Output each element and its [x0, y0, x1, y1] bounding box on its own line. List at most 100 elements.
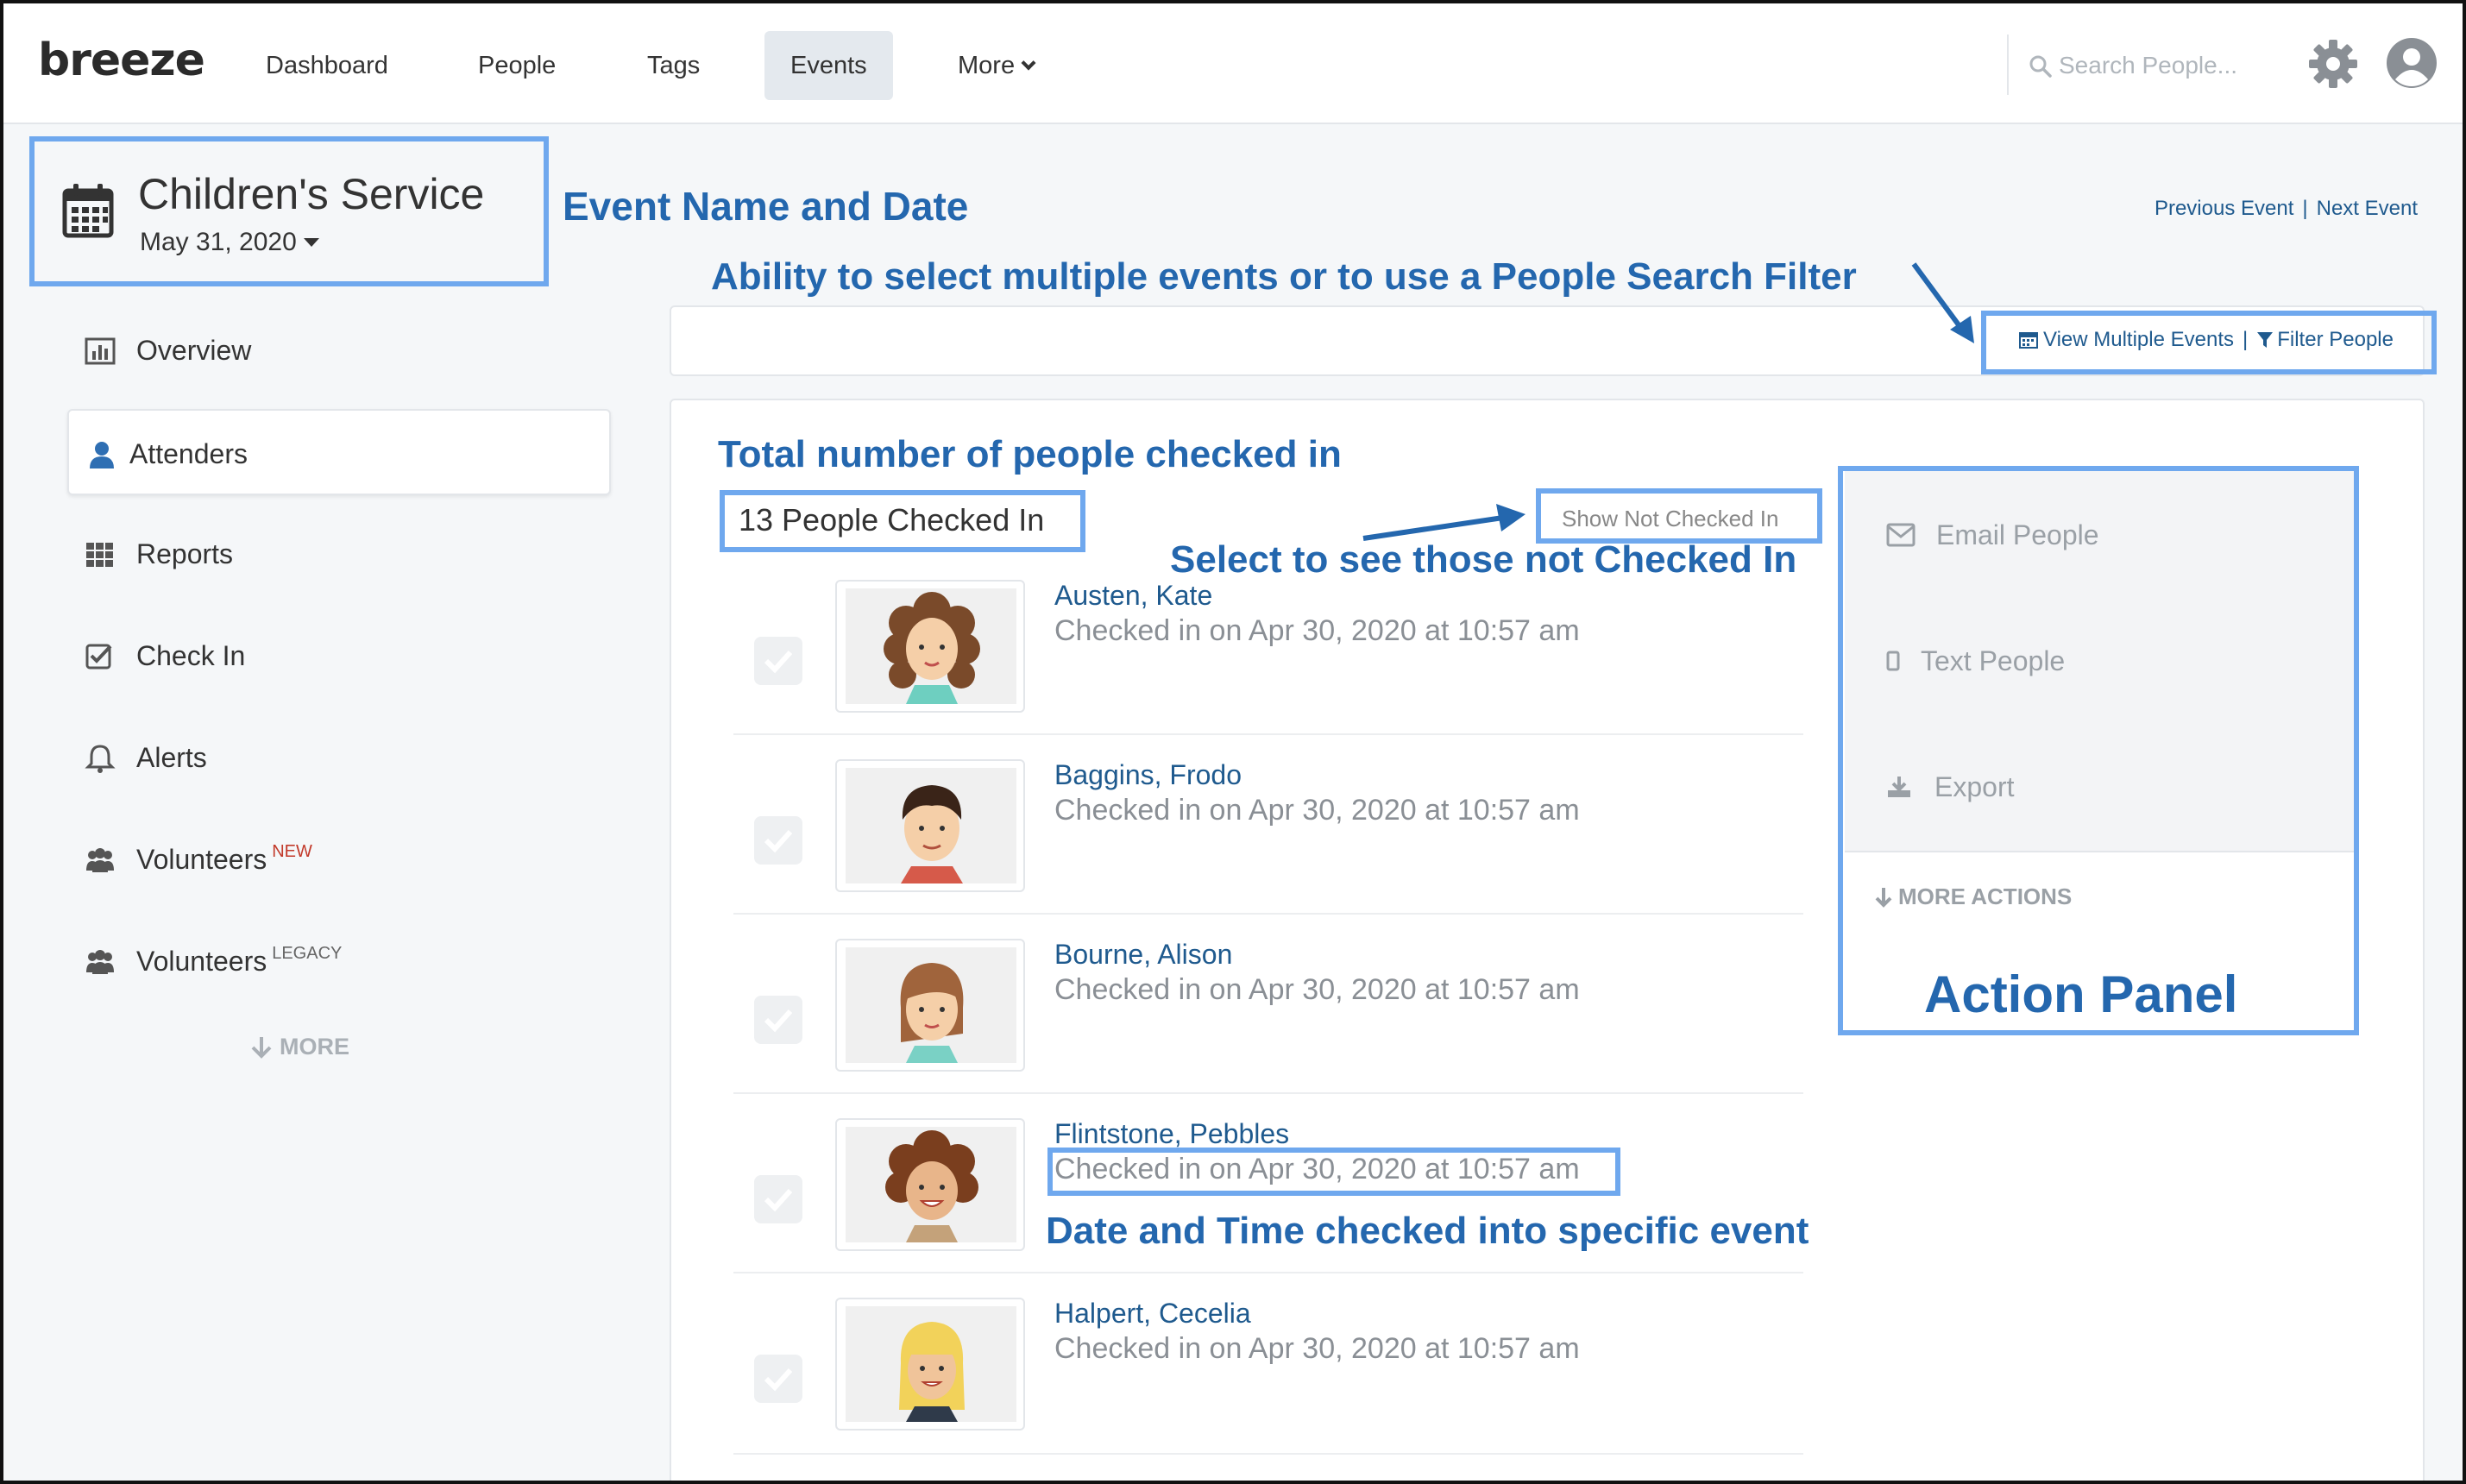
next-event-link[interactable]: Next Event [2317, 197, 2418, 220]
event-date-label: May 31, 2020 [140, 228, 297, 256]
person-name-link[interactable]: Austen, Kate [1054, 580, 1212, 612]
sidebar-item-overview[interactable]: Overview [67, 307, 611, 393]
checked-in-time: Checked in on Apr 30, 2020 at 10:57 am [1054, 1332, 1580, 1365]
avatar[interactable] [835, 1298, 1025, 1431]
show-not-checked-in-button[interactable]: Show Not Checked In [1562, 506, 1778, 532]
checked-in-time: Checked in on Apr 30, 2020 at 10:57 am [1054, 973, 1580, 1006]
row-divider [733, 1453, 1803, 1455]
sidebar-item-label: Attenders [129, 438, 248, 469]
breeze-logo[interactable]: breeze [38, 35, 205, 86]
volunteers-label: Volunteers [136, 946, 267, 977]
new-badge: NEW [272, 842, 312, 861]
avatar-frodo-image [901, 785, 963, 883]
person-name-link[interactable]: Halpert, Cecelia [1054, 1298, 1251, 1330]
nav-events[interactable]: Events [764, 31, 893, 100]
email-people-action[interactable]: Email People [1886, 519, 2099, 551]
filter-icon [2257, 332, 2274, 348]
filter-people-link[interactable]: Filter People [2277, 328, 2394, 351]
text-people-label: Text People [1921, 645, 2066, 676]
person-name-link[interactable]: Baggins, Frodo [1054, 759, 1242, 791]
sidebar-more-button[interactable]: MORE [250, 1034, 349, 1060]
annotation-arrow [1911, 262, 1974, 343]
event-date-dropdown[interactable]: May 31, 2020 [140, 228, 319, 257]
nav-more[interactable]: More [932, 31, 1060, 100]
event-title: Children's Service [138, 170, 485, 218]
phone-icon [1886, 651, 1900, 671]
checked-in-count: 13 People Checked In [739, 502, 1045, 538]
arrow-down-icon [1875, 888, 1892, 908]
avatar[interactable] [835, 759, 1025, 892]
text-people-action[interactable]: Text People [1886, 645, 2065, 677]
previous-event-link[interactable]: Previous Event [2155, 197, 2293, 220]
chevron-down-icon [1021, 55, 1036, 71]
filter-links: View Multiple Events | Filter People [2019, 328, 2394, 352]
search-icon [2029, 55, 2052, 78]
checkmark-icon [764, 829, 793, 853]
checked-in-time: Checked in on Apr 30, 2020 at 10:57 am [1054, 614, 1580, 647]
top-nav: breeze Dashboard People Tags Events More [0, 0, 2466, 124]
person-icon [90, 442, 114, 468]
nav-people[interactable]: People [452, 31, 582, 100]
sidebar-item-alerts[interactable]: Alerts [67, 714, 611, 801]
annotation-multiple-events: Ability to select multiple events or to … [711, 255, 1857, 298]
calendar-icon [62, 184, 114, 238]
export-action[interactable]: Export [1886, 771, 2014, 803]
annotation-date-time: Date and Time checked into specific even… [1046, 1210, 1809, 1252]
nav-more-label: More [958, 52, 1016, 79]
person-name-link[interactable]: Flintstone, Pebbles [1054, 1118, 1289, 1150]
annotation-event-name-date: Event Name and Date [563, 184, 969, 229]
row-divider [733, 1092, 1803, 1094]
sidebar-item-reports[interactable]: Reports [67, 511, 611, 597]
download-icon [1888, 777, 1910, 797]
check-in-checkbox[interactable] [754, 1355, 802, 1403]
avatar-cecelia-image [899, 1322, 965, 1422]
nav-tags[interactable]: Tags [621, 31, 726, 100]
more-actions-button[interactable]: MORE ACTIONS [1874, 883, 2072, 910]
view-multiple-events-link[interactable]: View Multiple Events [2043, 328, 2234, 351]
sidebar-item-label: Overview [136, 335, 252, 366]
search-box[interactable] [2007, 35, 2274, 95]
calendar-small-icon [2019, 332, 2038, 349]
group-icon [86, 950, 114, 974]
sidebar-item-label: Volunteers LEGACY [136, 944, 342, 978]
separator: | [2243, 328, 2249, 351]
email-people-label: Email People [1936, 519, 2099, 550]
annotation-arrow [1362, 504, 1526, 541]
row-divider [733, 733, 1803, 735]
checkmark-icon [764, 1368, 793, 1392]
bar-chart-icon [85, 337, 116, 365]
person-name-link[interactable]: Bourne, Alison [1054, 939, 1232, 971]
check-in-checkbox[interactable] [754, 1175, 802, 1223]
sidebar-item-attenders[interactable]: Attenders [67, 409, 611, 495]
checked-in-time: Checked in on Apr 30, 2020 at 10:57 am [1054, 794, 1580, 827]
search-input[interactable] [2059, 47, 2266, 85]
checkmark-icon [764, 1188, 793, 1212]
row-divider [733, 1272, 1803, 1273]
check-in-checkbox[interactable] [754, 996, 802, 1044]
user-avatar-icon[interactable] [2385, 36, 2438, 90]
sidebar-item-label: Check In [136, 640, 246, 671]
volunteers-label: Volunteers [136, 844, 267, 875]
sidebar-item-label: Volunteers NEW [136, 842, 312, 876]
arrow-down-icon [251, 1037, 272, 1059]
check-in-checkbox[interactable] [754, 637, 802, 685]
sidebar-item-volunteers-legacy[interactable]: Volunteers LEGACY [67, 918, 611, 1004]
avatar[interactable] [835, 580, 1025, 713]
export-label: Export [1934, 771, 2015, 802]
avatar[interactable] [835, 1118, 1025, 1251]
separator: | [2302, 197, 2308, 220]
bell-icon [85, 745, 116, 773]
check-in-checkbox[interactable] [754, 816, 802, 865]
sidebar-item-check-in[interactable]: Check In [67, 613, 611, 699]
annotation-action-panel: Action Panel [1924, 965, 2238, 1023]
checked-in-time: Checked in on Apr 30, 2020 at 10:57 am [1054, 1153, 1580, 1185]
sidebar-item-volunteers-new[interactable]: Volunteers NEW [67, 816, 611, 902]
checkbox-icon [85, 644, 112, 670]
event-nav-links: Previous Event | Next Event [2155, 197, 2418, 221]
nav-dashboard[interactable]: Dashboard [240, 31, 414, 100]
more-actions-label: MORE ACTIONS [1898, 883, 2073, 909]
avatar[interactable] [835, 939, 1025, 1072]
group-icon [86, 848, 114, 872]
checkmark-icon [764, 1009, 793, 1033]
gear-icon[interactable] [2307, 38, 2359, 90]
